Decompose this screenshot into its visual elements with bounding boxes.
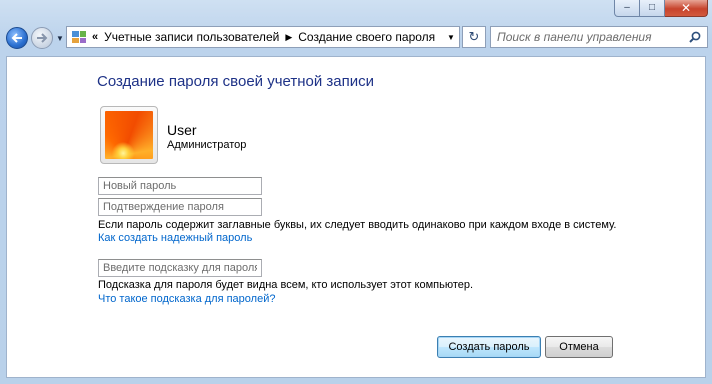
- caps-note: Если пароль содержит заглавные буквы, их…: [98, 219, 617, 231]
- breadcrumb-separator-icon[interactable]: ▶: [285, 32, 292, 43]
- minimize-button[interactable]: –: [614, 0, 640, 17]
- forward-arrow-icon: [37, 33, 48, 43]
- caption-buttons: – □ ✕: [614, 0, 708, 18]
- flower-picture-icon: [105, 111, 153, 159]
- content-pane: Создание пароля своей учетной записи Use…: [6, 56, 706, 378]
- user-name: User: [167, 122, 197, 138]
- search-icon[interactable]: [689, 31, 701, 43]
- forward-button[interactable]: [31, 27, 53, 49]
- search-input[interactable]: [497, 30, 682, 44]
- strong-password-link[interactable]: Как создать надежный пароль: [98, 232, 252, 244]
- close-button[interactable]: ✕: [665, 0, 708, 17]
- maximize-button[interactable]: □: [640, 0, 665, 17]
- create-password-button[interactable]: Создать пароль: [437, 336, 541, 358]
- control-panel-window: – □ ✕ ▼ « Учетные записи пользователей ▶…: [0, 0, 712, 384]
- breadcrumb-overflow-button[interactable]: «: [92, 31, 98, 43]
- control-panel-icon: [72, 31, 86, 43]
- address-dropdown-icon[interactable]: ▼: [442, 27, 459, 47]
- confirm-password-field[interactable]: [98, 198, 262, 216]
- page-title: Создание пароля своей учетной записи: [97, 73, 375, 90]
- what-is-hint-link[interactable]: Что такое подсказка для паролей?: [98, 293, 275, 305]
- breadcrumb-item-user-accounts[interactable]: Учетные записи пользователей: [104, 30, 279, 44]
- search-box[interactable]: [490, 26, 708, 48]
- close-icon: ✕: [680, 1, 692, 15]
- history-dropdown-icon[interactable]: ▼: [56, 34, 64, 43]
- minimize-icon: –: [624, 2, 630, 13]
- new-password-field[interactable]: [98, 177, 262, 195]
- refresh-button[interactable]: ↻: [462, 26, 486, 48]
- back-button[interactable]: [6, 27, 28, 49]
- navigation-bar: ▼ « Учетные записи пользователей ▶ Созда…: [4, 22, 708, 54]
- password-hint-field[interactable]: [98, 259, 262, 277]
- user-role: Администратор: [167, 139, 247, 151]
- cancel-button[interactable]: Отмена: [545, 336, 613, 358]
- maximize-icon: □: [648, 2, 656, 13]
- user-avatar: [100, 106, 158, 164]
- address-bar[interactable]: « Учетные записи пользователей ▶ Создани…: [66, 26, 460, 48]
- back-arrow-icon: [11, 33, 22, 43]
- refresh-icon: ↻: [468, 29, 480, 44]
- breadcrumb-item-create-password[interactable]: Создание своего пароля: [298, 30, 435, 44]
- hint-note: Подсказка для пароля будет видна всем, к…: [98, 279, 474, 291]
